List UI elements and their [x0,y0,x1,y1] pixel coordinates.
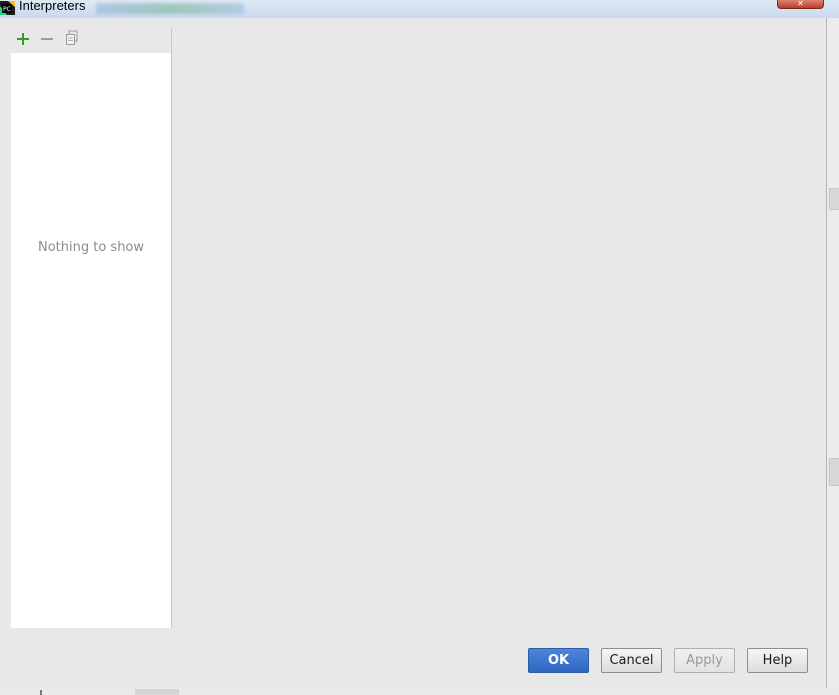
remove-interpreter-button[interactable] [36,28,58,52]
add-interpreter-button[interactable] [12,28,34,52]
svg-text:PC: PC [3,6,11,13]
copy-icon [65,30,79,50]
window-titlebar: PC Interpreters ✕ [0,0,839,18]
underlying-window-fragment [40,690,42,695]
scrollbar-thumb[interactable] [829,458,839,486]
copy-interpreter-button[interactable] [61,28,83,52]
interpreter-list[interactable]: Nothing to show [11,53,171,628]
underlying-window-edge [0,688,839,695]
empty-list-text: Nothing to show [37,240,145,255]
pycharm-app-icon: PC [0,0,15,15]
add-icon [16,31,30,50]
background-window-title-blur [96,3,244,14]
scrollbar-thumb[interactable] [829,188,839,210]
window-title: Interpreters [19,0,86,13]
ok-button[interactable]: OK [528,648,589,673]
interpreter-details-panel [173,28,823,628]
interpreters-toolbar [11,28,171,52]
close-icon: ✕ [797,0,804,8]
help-button[interactable]: Help [747,648,808,673]
cancel-button[interactable]: Cancel [601,648,662,673]
remove-icon [40,31,54,50]
window-frame-right [826,18,839,695]
underlying-window-fragment [135,689,179,695]
close-button[interactable]: ✕ [777,0,824,9]
apply-button[interactable]: Apply [674,648,735,673]
panel-divider[interactable] [171,28,172,628]
